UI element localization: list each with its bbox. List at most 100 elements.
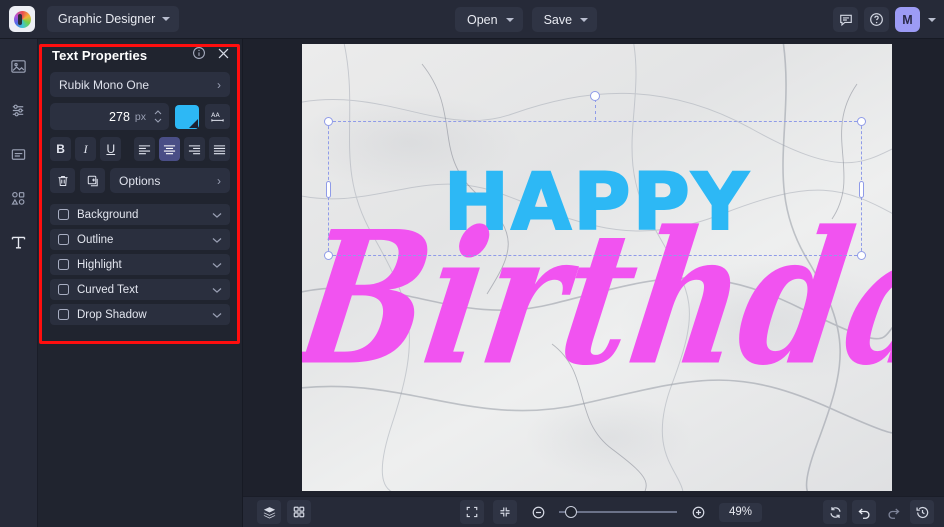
redo-icon[interactable] — [881, 500, 905, 524]
background-checkbox[interactable] — [58, 209, 69, 220]
resize-handle-top-right[interactable] — [857, 117, 866, 126]
accordion-label: Background — [77, 208, 139, 221]
zoom-out-icon[interactable] — [526, 500, 550, 524]
font-size-input[interactable]: 278 px — [50, 103, 169, 130]
align-justify-icon[interactable] — [208, 137, 230, 161]
fit-screen-icon[interactable] — [460, 500, 484, 524]
align-right-icon[interactable] — [183, 137, 205, 161]
underline-button[interactable]: U — [100, 137, 122, 161]
comment-icon[interactable] — [833, 7, 858, 32]
chevron-right-icon: › — [217, 173, 221, 188]
avatar-initial: M — [902, 12, 913, 27]
accordion-outline[interactable]: Outline — [50, 229, 230, 250]
rotate-handle[interactable] — [590, 91, 600, 101]
save-button[interactable]: Save — [531, 7, 598, 32]
zoom-slider-knob[interactable] — [565, 506, 577, 518]
logo-ring — [13, 10, 31, 28]
font-family-select[interactable]: Rubik Mono One › — [50, 72, 230, 97]
panel-header: Text Properties — [38, 39, 242, 72]
curved-text-checkbox[interactable] — [58, 284, 69, 295]
accordion-list: Background Outline Highlight Curved Text… — [38, 204, 242, 325]
resize-handle-left[interactable] — [326, 181, 331, 198]
sync-icon[interactable] — [823, 500, 847, 524]
header-right-actions: M — [833, 0, 936, 39]
history-controls — [823, 500, 934, 524]
avatar[interactable]: M — [895, 7, 920, 32]
chevron-down-icon — [162, 17, 171, 21]
bee-logo-icon[interactable] — [9, 6, 35, 32]
chevron-down-icon — [212, 256, 222, 274]
panel-header-icons — [192, 46, 230, 65]
trash-icon[interactable] — [50, 168, 75, 193]
sidebar-item-shapes[interactable] — [6, 185, 32, 211]
font-family-value: Rubik Mono One — [59, 77, 150, 92]
resize-handle-bottom-right[interactable] — [857, 251, 866, 260]
font-family-row: Rubik Mono One › — [38, 72, 242, 97]
options-label: Options — [119, 173, 161, 188]
grid-icon[interactable] — [287, 500, 311, 524]
save-button-label: Save — [543, 12, 573, 27]
bold-button[interactable]: B — [50, 137, 72, 161]
undo-icon[interactable] — [852, 500, 876, 524]
highlight-checkbox[interactable] — [58, 259, 69, 270]
sidebar-item-image[interactable] — [6, 53, 32, 79]
open-button-label: Open — [467, 12, 498, 27]
font-size-unit: px — [134, 110, 146, 123]
accordion-highlight[interactable]: Highlight — [50, 254, 230, 275]
quantity-stepper[interactable] — [154, 110, 162, 123]
shrink-icon[interactable] — [493, 500, 517, 524]
graphic-designer-app: Graphic Designer Open Save M Text Proper… — [0, 0, 944, 527]
font-size-row: 278 px AA — [38, 103, 242, 130]
header-center-actions: Open Save — [455, 0, 598, 39]
accordion-background[interactable]: Background — [50, 204, 230, 225]
info-circle-icon[interactable] — [192, 46, 206, 65]
drop-shadow-checkbox[interactable] — [58, 309, 69, 320]
chevron-right-icon: › — [217, 77, 221, 92]
outline-checkbox[interactable] — [58, 234, 69, 245]
resize-handle-right[interactable] — [859, 181, 864, 198]
text-format-row: B I U — [38, 137, 242, 161]
layers-icon[interactable] — [257, 500, 281, 524]
text-color-swatch[interactable] — [175, 104, 199, 129]
zoom-slider[interactable] — [559, 505, 677, 519]
workspace: HAPPY Birthday — [243, 39, 944, 496]
resize-handle-bottom-left[interactable] — [324, 251, 333, 260]
accordion-curved-text[interactable]: Curved Text — [50, 279, 230, 300]
align-left-icon[interactable] — [133, 137, 155, 161]
bottom-toolbar: 49% — [243, 496, 944, 527]
resize-handle-top-left[interactable] — [324, 117, 333, 126]
bold-label: B — [56, 142, 65, 156]
sidebar-item-text[interactable] — [6, 229, 32, 255]
sidebar-item-textblock[interactable] — [6, 141, 32, 167]
help-circle-icon[interactable] — [864, 7, 889, 32]
history-icon[interactable] — [910, 500, 934, 524]
zoom-level-value[interactable]: 49% — [719, 502, 762, 522]
accordion-label: Highlight — [77, 258, 122, 271]
close-icon[interactable] — [217, 47, 230, 65]
accordion-label: Curved Text — [77, 283, 139, 296]
accordion-label: Outline — [77, 233, 114, 246]
duplicate-icon[interactable] — [80, 168, 105, 193]
italic-button[interactable]: I — [75, 137, 97, 161]
options-button[interactable]: Options › — [110, 168, 230, 193]
zoom-controls: 49% — [460, 500, 762, 524]
app-header: Graphic Designer Open Save M — [0, 0, 944, 39]
app-switcher-label: Graphic Designer — [58, 12, 156, 26]
zoom-in-icon[interactable] — [686, 500, 710, 524]
app-switcher-button[interactable]: Graphic Designer — [47, 6, 180, 32]
align-center-icon[interactable] — [158, 137, 180, 161]
chevron-down-icon — [212, 281, 222, 299]
accordion-drop-shadow[interactable]: Drop Shadow — [50, 304, 230, 325]
letter-spacing-icon[interactable]: AA — [205, 104, 230, 129]
chevron-down-icon[interactable] — [928, 17, 936, 22]
sidebar-item-adjust[interactable] — [6, 97, 32, 123]
text-properties-panel: Text Properties Rubik Mono One › 278 px … — [38, 39, 243, 527]
open-button[interactable]: Open — [455, 7, 523, 32]
font-size-value: 278 — [109, 109, 130, 124]
underline-label: U — [106, 142, 116, 156]
accordion-label: Drop Shadow — [77, 308, 147, 321]
design-canvas[interactable]: HAPPY Birthday — [302, 44, 892, 491]
text-selection-box[interactable] — [324, 91, 866, 260]
chevron-down-icon — [212, 306, 222, 324]
chevron-down-icon — [212, 231, 222, 249]
